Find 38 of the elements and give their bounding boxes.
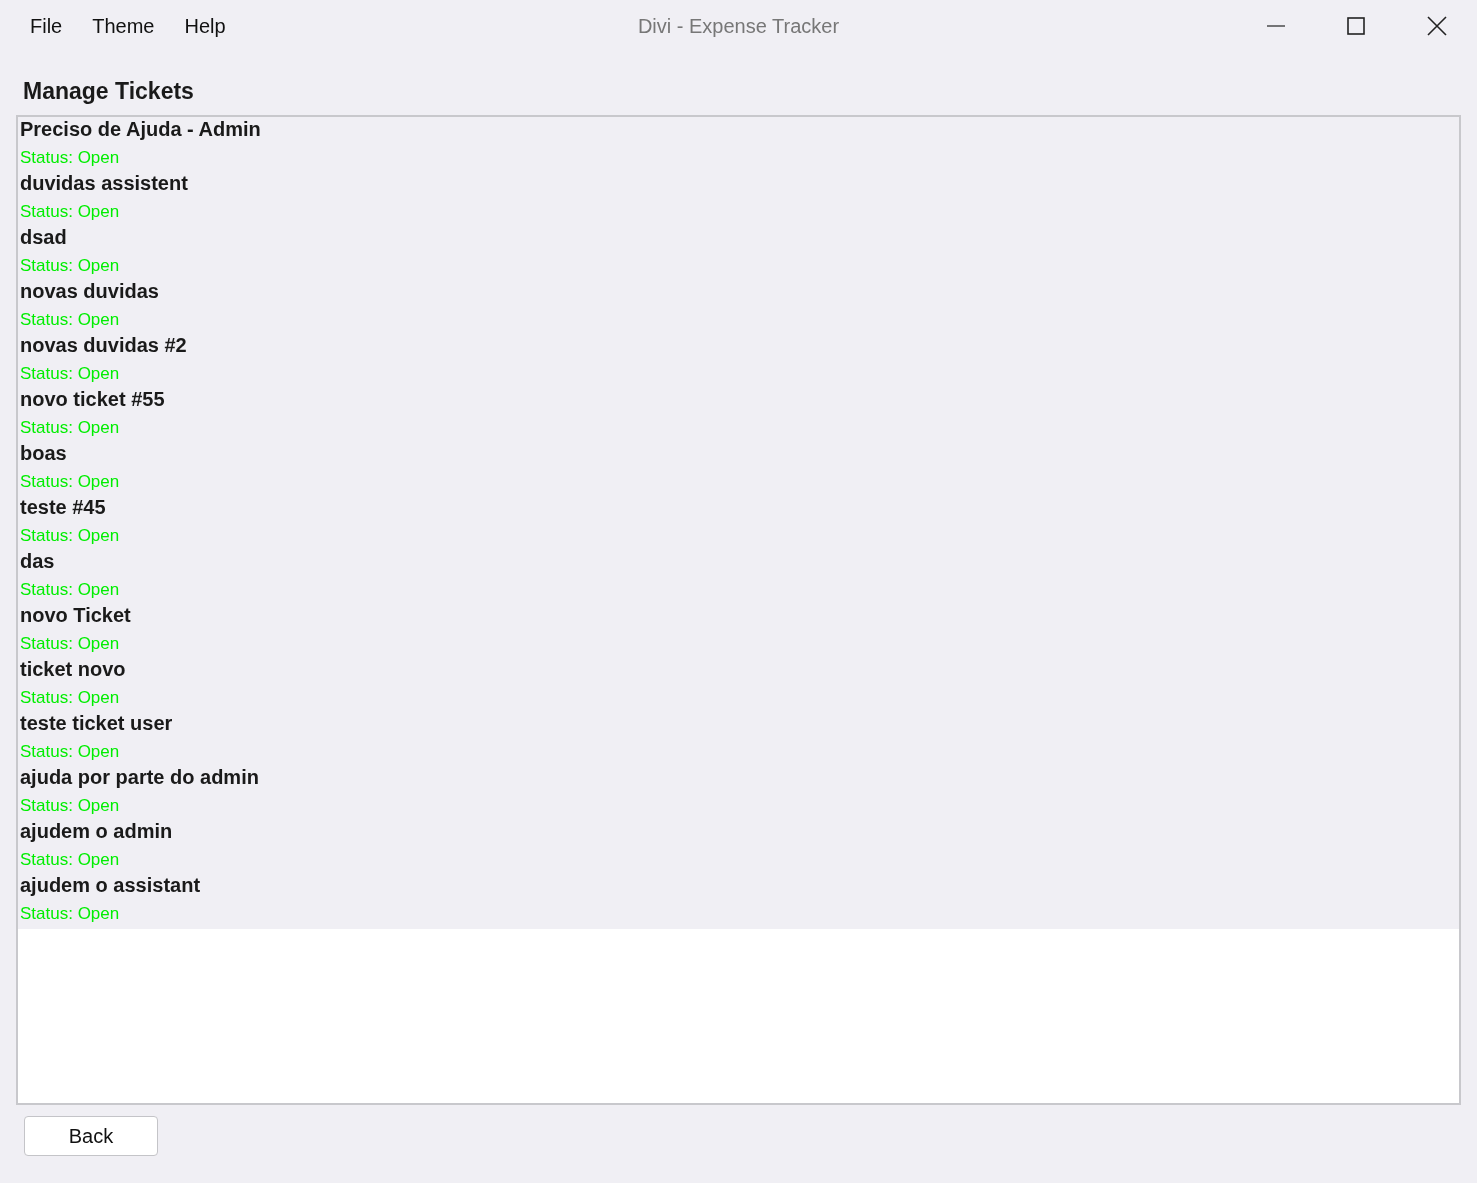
ticket-title[interactable]: ajudem o admin (20, 819, 1457, 843)
page-heading: Manage Tickets (23, 78, 195, 105)
ticket-title[interactable]: ajuda por parte do admin (20, 765, 1457, 789)
ticket-status: Status: Open (20, 634, 121, 654)
ticket-status: Status: Open (20, 472, 121, 492)
maximize-icon[interactable] (1347, 17, 1365, 35)
ticket-status: Status: Open (20, 742, 121, 762)
ticket-title[interactable]: teste ticket user (20, 711, 1457, 735)
ticket-status: Status: Open (20, 850, 121, 870)
ticket-status: Status: Open (20, 904, 121, 924)
ticket-title[interactable]: duvidas assistent (20, 171, 1457, 195)
ticket-status: Status: Open (20, 364, 121, 384)
ticket-status: Status: Open (20, 580, 121, 600)
ticket-status: Status: Open (20, 310, 121, 330)
window-title: Divi - Expense Tracker (637, 14, 840, 38)
menu-item[interactable]: File (30, 14, 63, 38)
ticket-title[interactable]: novo Ticket (20, 603, 1457, 627)
ticket-title[interactable]: boas (20, 441, 1457, 465)
ticket-status: Status: Open (20, 256, 121, 276)
close-icon[interactable] (1427, 16, 1447, 36)
ticket-title[interactable]: dsad (20, 225, 1457, 249)
ticket-title[interactable]: das (20, 549, 1457, 573)
ticket-title[interactable]: novas duvidas #2 (20, 333, 1457, 357)
menu-item[interactable]: Theme (92, 14, 155, 38)
ticket-status: Status: Open (20, 202, 121, 222)
ticket-status: Status: Open (20, 796, 121, 816)
ticket-title[interactable]: ticket novo (20, 657, 1457, 681)
back-button[interactable]: Back (24, 1116, 158, 1156)
ticket-title[interactable]: novas duvidas (20, 279, 1457, 303)
menu-item[interactable]: Help (184, 14, 226, 38)
ticket-status: Status: Open (20, 418, 121, 438)
ticket-title[interactable]: teste #45 (20, 495, 1457, 519)
ticket-title[interactable]: Preciso de Ajuda - Admin (20, 117, 1457, 141)
ticket-title[interactable]: novo ticket #55 (20, 387, 1457, 411)
ticket-status: Status: Open (20, 688, 121, 708)
ticket-title[interactable]: ajudem o assistant (20, 873, 1457, 897)
ticket-status: Status: Open (20, 526, 121, 546)
ticket-status: Status: Open (20, 148, 121, 168)
